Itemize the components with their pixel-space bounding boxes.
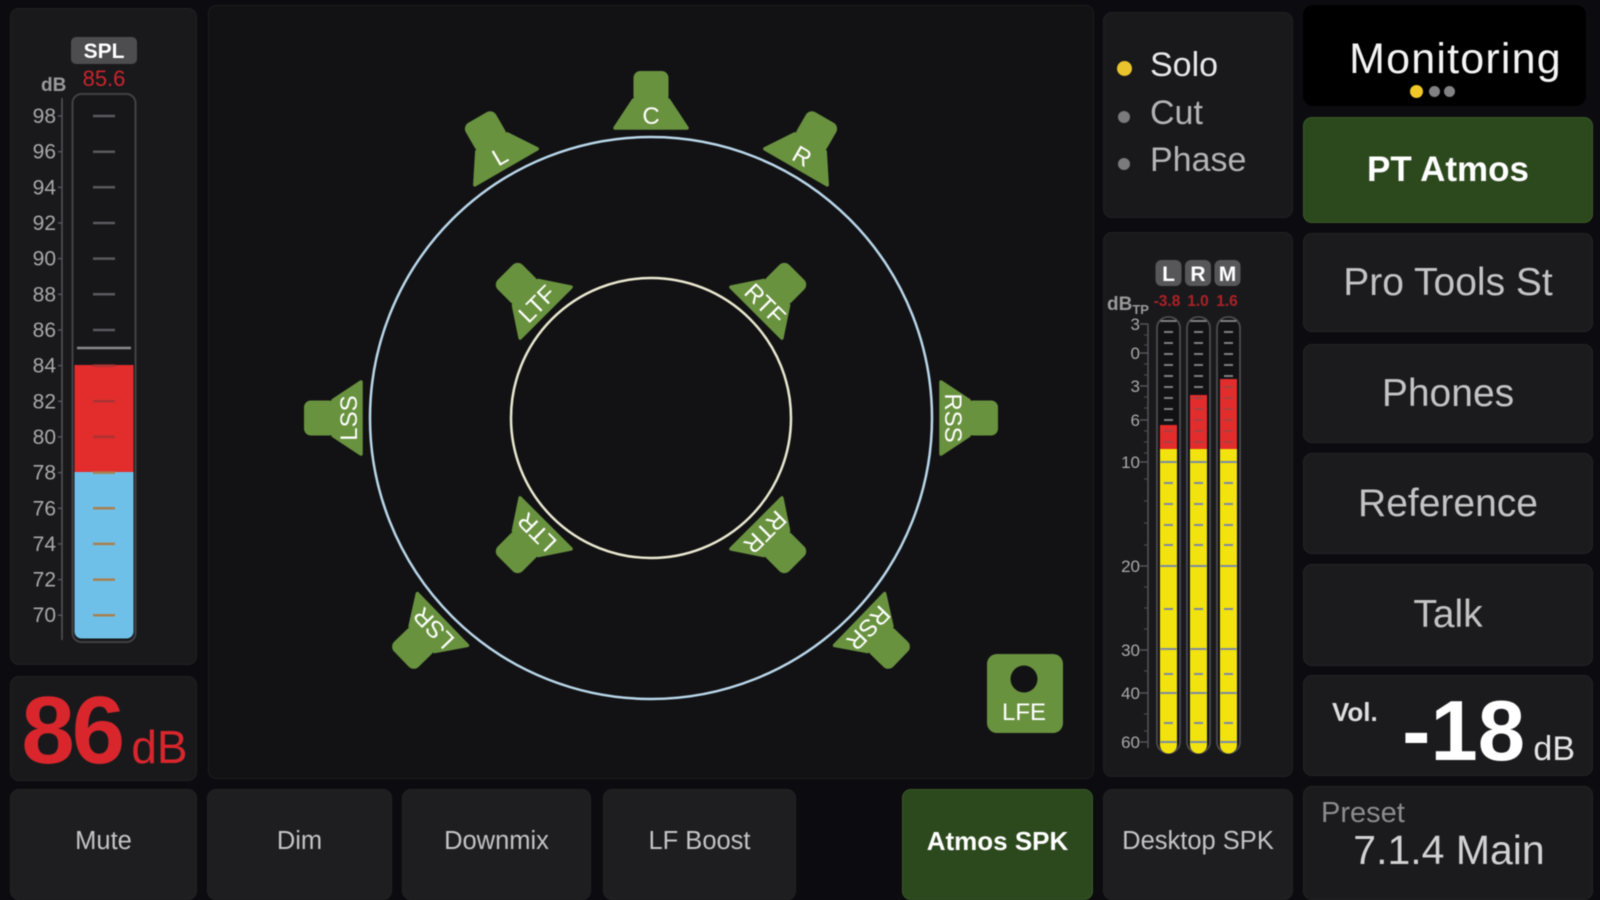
- svg-text:30: 30: [1121, 641, 1140, 660]
- svg-text:dB: dB: [41, 75, 66, 96]
- svg-text:74: 74: [33, 533, 57, 556]
- svg-text:1.6: 1.6: [1216, 293, 1238, 310]
- svg-text:80: 80: [33, 426, 56, 449]
- svg-text:LFE: LFE: [1002, 699, 1046, 726]
- svg-text:82: 82: [33, 390, 56, 413]
- svg-text:90: 90: [33, 248, 56, 271]
- svg-text:SPL: SPL: [84, 40, 125, 63]
- svg-text:85.6: 85.6: [83, 66, 126, 91]
- svg-text:1.0: 1.0: [1187, 293, 1209, 310]
- svg-text:86: 86: [33, 319, 56, 342]
- svg-text:LSS: LSS: [336, 395, 363, 440]
- svg-text:0: 0: [1131, 344, 1140, 363]
- svg-text:dBTP: dBTP: [1107, 294, 1149, 317]
- svg-text:20: 20: [1121, 557, 1140, 576]
- svg-text:98: 98: [33, 105, 56, 128]
- svg-text:RSS: RSS: [939, 393, 966, 442]
- svg-text:60: 60: [1121, 733, 1140, 752]
- svg-text:3: 3: [1131, 377, 1140, 396]
- svg-text:R: R: [1190, 263, 1205, 286]
- svg-text:M: M: [1219, 263, 1237, 286]
- svg-text:84: 84: [33, 355, 57, 378]
- svg-text:C: C: [642, 103, 659, 130]
- svg-text:3: 3: [1131, 315, 1140, 334]
- svg-text:70: 70: [33, 604, 56, 627]
- svg-text:92: 92: [33, 212, 56, 235]
- svg-text:76: 76: [33, 497, 56, 520]
- svg-text:10: 10: [1121, 453, 1140, 472]
- svg-text:-3.8: -3.8: [1154, 293, 1181, 310]
- svg-text:40: 40: [1121, 684, 1140, 703]
- svg-text:6: 6: [1131, 411, 1140, 430]
- svg-text:96: 96: [33, 141, 56, 164]
- svg-text:94: 94: [33, 176, 57, 199]
- svg-text:72: 72: [33, 569, 56, 592]
- svg-text:78: 78: [33, 462, 56, 485]
- svg-text:L: L: [1162, 263, 1175, 286]
- svg-text:88: 88: [33, 283, 56, 306]
